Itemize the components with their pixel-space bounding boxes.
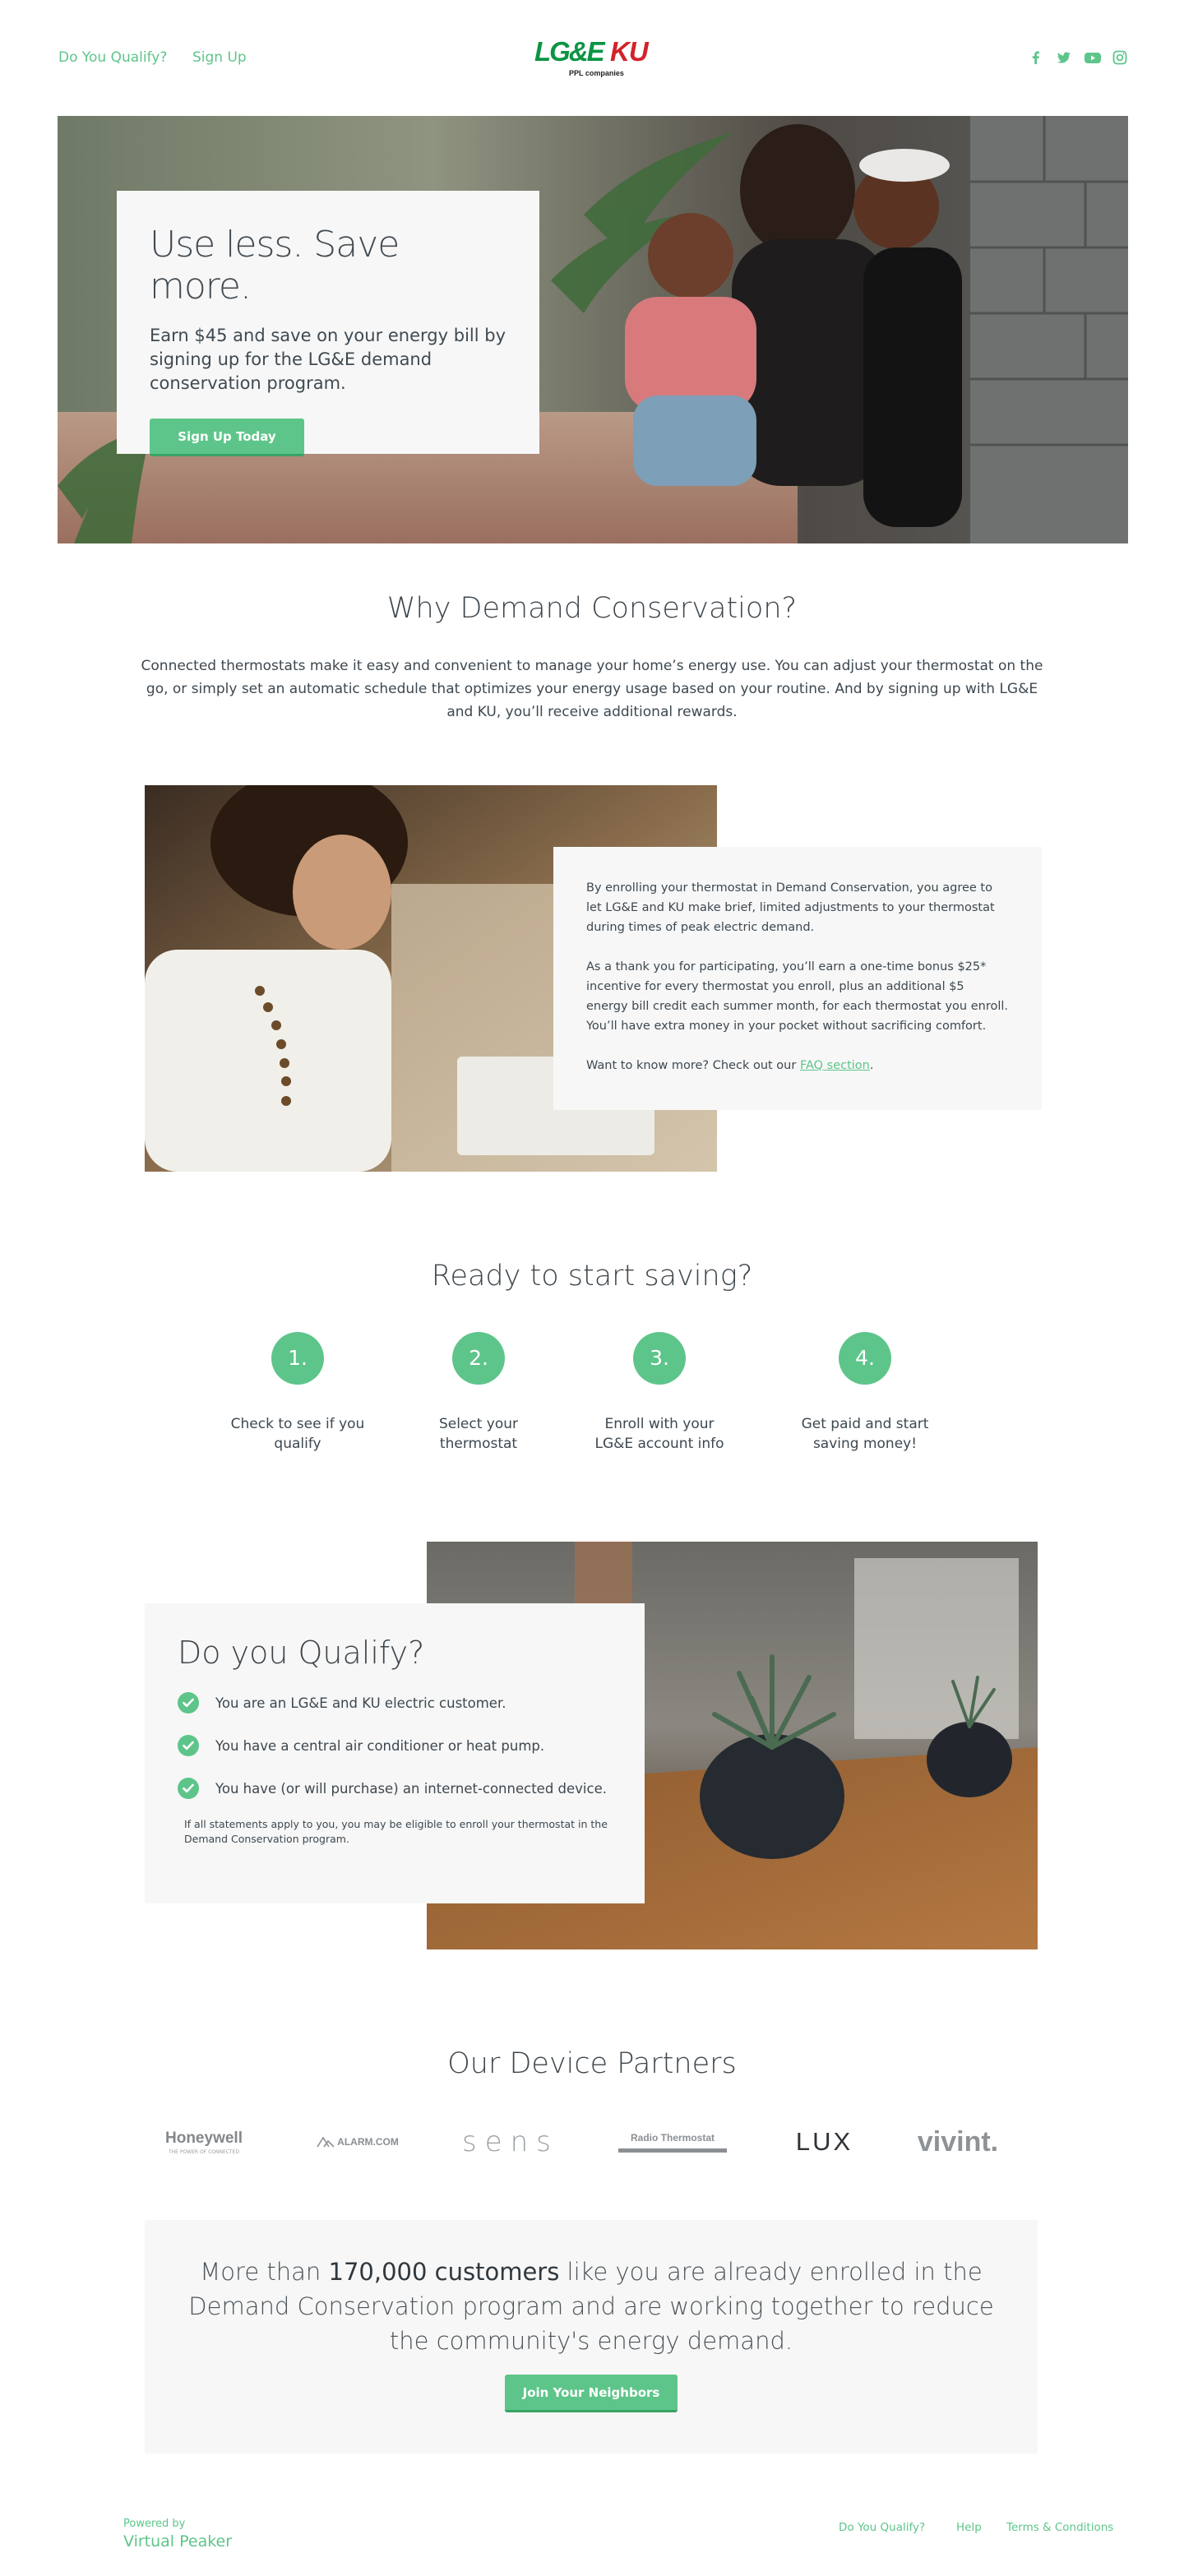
radio-thermostat-logo: Radio Thermostat	[617, 2121, 728, 2162]
qualify-note: If all statements apply to you, you may …	[184, 1818, 608, 1845]
sign-up-today-button[interactable]: Sign Up Today	[150, 419, 304, 456]
neighbors-text: More than 170,000 customers like you are…	[180, 2255, 1002, 2358]
info-paragraph-2: As a thank you for participating, you’ll…	[586, 960, 1009, 1033]
virtual-peaker-link[interactable]: Virtual Peaker	[123, 2532, 232, 2551]
qualify-item: You are an LG&E and KU electric customer…	[178, 1692, 612, 1713]
hero-title: Use less. Save more.	[150, 224, 400, 308]
lux-logo-text: LUX	[795, 2127, 853, 2156]
youtube-icon[interactable]	[1084, 49, 1101, 66]
step-text: Check to see if you qualify	[230, 1416, 365, 1452]
qualify-item-text: You are an LG&E and KU electric customer…	[215, 1695, 506, 1711]
step-3: 3. Enroll with your LG&E account info	[577, 1332, 742, 1454]
hero-image: Use less. Save more. Earn $45 and save o…	[58, 116, 1128, 543]
qualify-item: You have (or will purchase) an internet-…	[178, 1778, 612, 1799]
info-faq-suffix: .	[869, 1059, 874, 1072]
lge-ku-logo[interactable]: LG&E KU PPL companies	[534, 36, 658, 82]
nav-sign-up[interactable]: Sign Up	[192, 49, 247, 66]
join-your-neighbors-button[interactable]: Join Your Neighbors	[505, 2375, 678, 2412]
step-text: Get paid and start saving money!	[801, 1416, 929, 1452]
neighbors-panel: More than 170,000 customers like you are…	[145, 2220, 1038, 2453]
partners-title: Our Device Partners	[447, 2047, 737, 2080]
sensi-logo-text: sensi	[462, 2125, 561, 2158]
site-header: Do You Qualify? Sign Up LG&E KU PPL comp…	[0, 0, 1184, 117]
why-body: Connected thermostats make it easy and c…	[141, 658, 1043, 720]
twitter-icon[interactable]	[1056, 49, 1072, 66]
alarm-com-logo-text: ALARM.COM	[337, 2136, 399, 2148]
info-paragraph-3: Want to know more? Check out our FAQ sec…	[586, 1056, 1009, 1075]
info-card: By enrolling your thermostat in Demand C…	[553, 847, 1042, 1110]
hero-card: Use less. Save more. Earn $45 and save o…	[117, 191, 539, 456]
step-number: 4.	[839, 1332, 891, 1385]
info-faq-prefix: Want to know more? Check out our	[586, 1059, 800, 1072]
alarm-com-icon	[317, 2136, 335, 2148]
logo-ku: KU	[610, 36, 649, 67]
checkmark-icon	[178, 1778, 199, 1799]
neighbors-customer-count: 170,000 customers	[328, 2258, 560, 2286]
checkmark-icon	[178, 1692, 199, 1713]
qualify-card: Do you Qualify? You are an LG&E and KU e…	[145, 1603, 645, 1903]
lux-logo: LUX	[785, 2121, 863, 2162]
honeywell-logo-tagline: THE POWER OF CONNECTED	[168, 2148, 240, 2155]
qualify-item-text: You have a central air conditioner or he…	[215, 1737, 545, 1754]
powered-by-label: Powered by	[123, 2518, 186, 2530]
step-text: Enroll with your LG&E account info	[594, 1416, 724, 1452]
alarm-com-logo: ALARM.COM	[304, 2121, 411, 2162]
qualify-title: Do you Qualify?	[178, 1635, 425, 1671]
vivint-logo-text: vivint.	[917, 2125, 999, 2157]
sensi-logo: sensi	[462, 2121, 561, 2162]
honeywell-logo-text: Honeywell	[165, 2129, 243, 2147]
social-links	[1028, 49, 1128, 66]
vivint-logo: vivint.	[904, 2121, 1011, 2162]
radio-thermostat-logo-text: Radio Thermostat	[630, 2131, 715, 2144]
honeywell-logo: Honeywell THE POWER OF CONNECTED	[155, 2121, 253, 2162]
footer-help-link[interactable]: Help	[956, 2521, 982, 2534]
logo-lge: LG&E	[534, 36, 605, 67]
qualify-item-text: You have (or will purchase) an internet-…	[215, 1780, 607, 1797]
logo-ppl-companies: PPL companies	[569, 69, 624, 77]
step-4: 4. Get paid and start saving money!	[783, 1332, 947, 1454]
faq-link[interactable]: FAQ section	[800, 1059, 870, 1072]
step-2: 2. Select your thermostat	[396, 1332, 561, 1454]
step-1: 1. Check to see if you qualify	[215, 1332, 380, 1454]
nav-do-you-qualify[interactable]: Do You Qualify?	[58, 49, 167, 66]
instagram-icon[interactable]	[1112, 49, 1128, 66]
checkmark-icon	[178, 1735, 199, 1756]
footer-terms-link[interactable]: Terms & Conditions	[1006, 2521, 1113, 2534]
neighbors-text-prefix: More than	[200, 2258, 329, 2286]
qualify-item: You have a central air conditioner or he…	[178, 1735, 612, 1756]
facebook-icon[interactable]	[1028, 49, 1044, 66]
footer-do-you-qualify-link[interactable]: Do You Qualify?	[839, 2521, 925, 2534]
step-text: Select your thermostat	[438, 1416, 519, 1452]
radio-thermostat-logo-bar	[618, 2148, 727, 2153]
step-number: 3.	[633, 1332, 686, 1385]
info-paragraph-1: By enrolling your thermostat in Demand C…	[586, 881, 995, 934]
ready-title: Ready to start saving?	[431, 1260, 753, 1293]
step-number: 1.	[271, 1332, 324, 1385]
why-title: Why Demand Conservation?	[386, 592, 798, 625]
hero-body: Earn $45 and save on your energy bill by…	[150, 326, 506, 393]
step-number: 2.	[452, 1332, 505, 1385]
